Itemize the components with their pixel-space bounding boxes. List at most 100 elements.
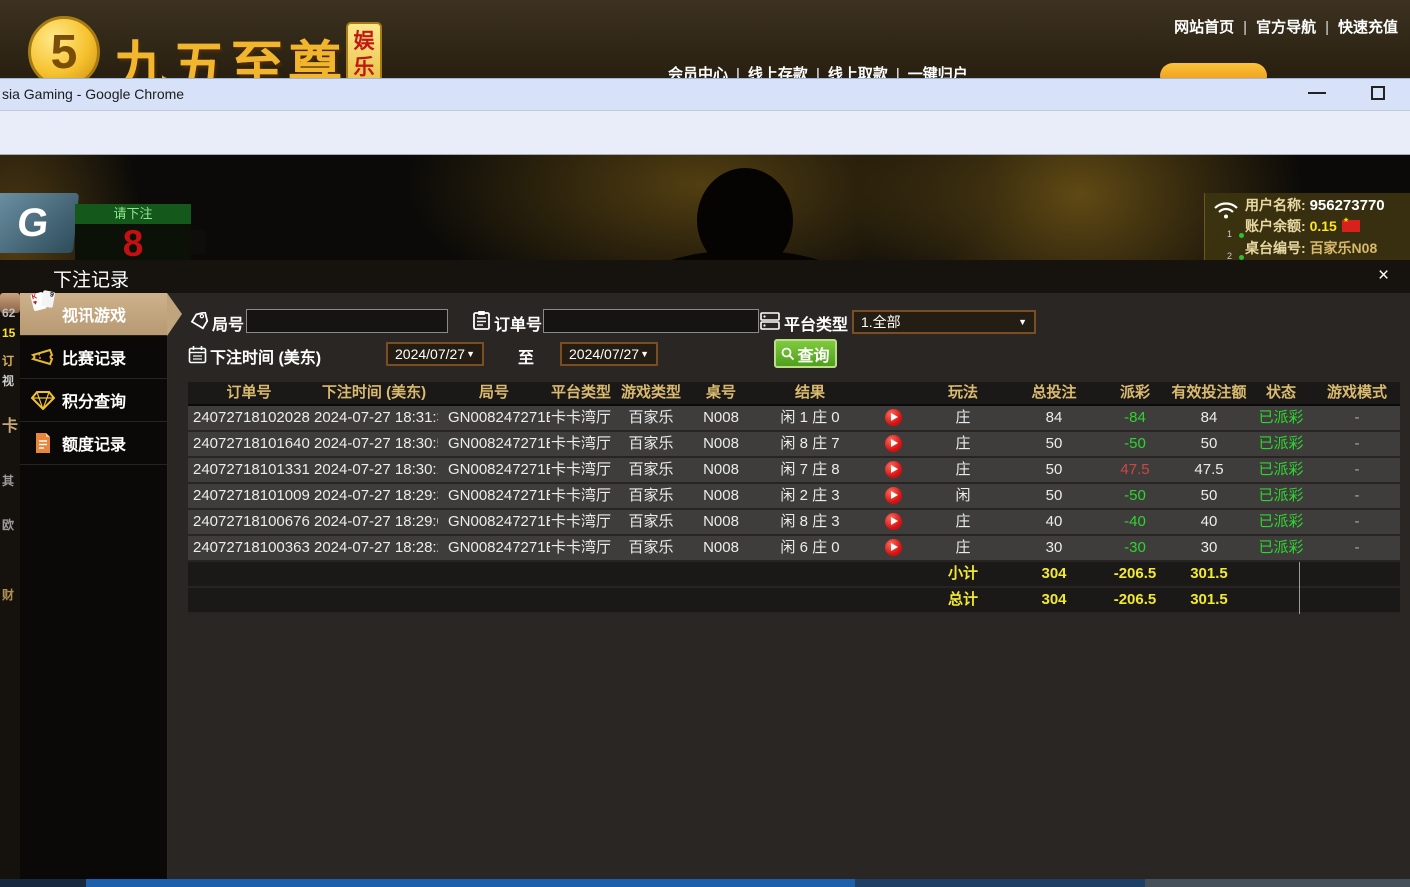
top-link-1[interactable]: 网站首页: [1174, 19, 1234, 36]
top-link-2[interactable]: 官方导航: [1256, 19, 1316, 36]
table-row: 2407271810202802024-07-27 18:31:36GN0082…: [188, 406, 1400, 432]
table-cell: -50: [1100, 432, 1170, 456]
table-cell: N008: [690, 458, 752, 482]
table-cell: [690, 562, 752, 586]
dealer-head: [697, 168, 793, 272]
calendar-icon: [188, 345, 207, 364]
table-cell: 百家乐: [612, 432, 690, 456]
document-icon: [28, 432, 58, 454]
table-cell: [752, 562, 868, 586]
summary-divider: [1299, 562, 1300, 588]
table-cell: N008: [690, 432, 752, 456]
table-cell: 84: [1008, 406, 1100, 430]
close-icon[interactable]: ×: [1378, 266, 1389, 286]
background-text-fragment: 62: [2, 306, 15, 320]
sidebar-item-4[interactable]: 额度记录: [20, 422, 167, 465]
date-to-select[interactable]: 2024/07/27 ▼: [560, 342, 658, 366]
table-cell: [310, 588, 438, 612]
play-video-button[interactable]: [885, 513, 902, 530]
subtotal-row: 小计304-206.5301.5: [188, 562, 1400, 588]
flag-icon: [1342, 220, 1360, 232]
table-cell: -206.5: [1100, 562, 1170, 586]
minimize-icon[interactable]: [1308, 92, 1326, 94]
date-from-select[interactable]: 2024/07/27 ▼: [386, 342, 484, 366]
table-cell: 闲 7 庄 8: [752, 458, 868, 482]
table-cell: 304: [1008, 588, 1100, 612]
table-cell: [1248, 588, 1314, 612]
scrollbar-thumb[interactable]: [86, 879, 855, 887]
sidebar-item-1[interactable]: K♥9视讯游戏: [20, 293, 167, 336]
table-cell: [612, 588, 690, 612]
table-cell: 已派彩: [1248, 432, 1314, 456]
cards-icon: K♥9: [28, 301, 58, 327]
table-cell: 47.5: [1100, 458, 1170, 482]
table-row: 2407271810133192024-07-27 18:30:16GN0082…: [188, 458, 1400, 484]
play-video-button[interactable]: [885, 435, 902, 452]
table-cell: [752, 588, 868, 612]
seat-number: 1: [1227, 229, 1232, 239]
play-video-button[interactable]: [885, 409, 902, 426]
background-text-fragment: 财: [2, 586, 14, 603]
top-link-3[interactable]: 快速充值: [1338, 19, 1398, 36]
table-cell: [550, 562, 612, 586]
table-cell: [868, 588, 918, 612]
sidebar-item-label: 比赛记录: [62, 345, 126, 369]
table-cell: 闲 8 庄 7: [752, 432, 868, 456]
column-header: 平台类型: [550, 382, 612, 404]
table-cell: [868, 458, 918, 482]
table-cell: GN008247271BH: [438, 510, 550, 534]
play-video-button[interactable]: [885, 539, 902, 556]
table-cell: 百家乐: [612, 484, 690, 508]
summary-divider: [1299, 588, 1300, 614]
ticket-icon: [28, 347, 58, 367]
play-video-button[interactable]: [885, 461, 902, 478]
table-cell: [868, 510, 918, 534]
table-cell: 卡卡湾厅: [550, 406, 612, 430]
table-cell: 2024-07-27 18:29:37: [310, 484, 438, 508]
bet-records-table: 订单号下注时间 (美东)局号平台类型游戏类型桌号结果玩法总投注派彩有效投注额状态…: [188, 382, 1400, 614]
horizontal-scrollbar[interactable]: [0, 879, 1410, 887]
search-icon: [781, 347, 795, 361]
table-cell: 百家乐: [612, 510, 690, 534]
wifi-icon: [1213, 201, 1239, 221]
scrollbar-track: [1145, 879, 1410, 887]
table-cell: 庄: [918, 458, 1008, 482]
play-video-button[interactable]: [885, 487, 902, 504]
table-cell: -30: [1100, 536, 1170, 560]
table-cell: N008: [690, 406, 752, 430]
maximize-icon[interactable]: [1371, 86, 1385, 100]
sidebar-item-label: 积分查询: [62, 388, 126, 412]
order-no-input[interactable]: [543, 309, 759, 333]
sidebar-item-3[interactable]: 积分查询: [20, 379, 167, 422]
table-cell: -50: [1100, 484, 1170, 508]
table-cell: 30: [1008, 536, 1100, 560]
table-cell: [868, 562, 918, 586]
table-cell: 卡卡湾厅: [550, 510, 612, 534]
scrollbar-track: [0, 879, 86, 887]
table-cell: 卡卡湾厅: [550, 458, 612, 482]
table-cell: N008: [690, 510, 752, 534]
platform-type-select[interactable]: 1.全部 ▼: [852, 310, 1036, 334]
bet-countdown: 请下注 8: [75, 204, 191, 266]
column-header: 状态: [1248, 382, 1314, 404]
table-cell: -: [1314, 406, 1400, 430]
platform-type-value: 1.全部: [861, 312, 901, 332]
table-info-row: 桌台编号: 百家乐N08: [1245, 238, 1377, 258]
table-cell: 小计: [918, 562, 1008, 586]
query-button[interactable]: 查询: [774, 339, 837, 368]
table-row: 2407271810036382024-07-27 18:28:21GN0082…: [188, 536, 1400, 562]
table-cell: GN008247271BI: [438, 484, 550, 508]
table-cell: 百家乐: [612, 536, 690, 560]
sidebar-item-2[interactable]: 比赛记录: [20, 336, 167, 379]
column-header: 玩法: [918, 382, 1008, 404]
table-cell: [438, 562, 550, 586]
sidebar-item-label: 视讯游戏: [62, 302, 126, 326]
round-no-input[interactable]: [246, 309, 448, 333]
table-cell: -: [1314, 536, 1400, 560]
column-header: 派彩: [1100, 382, 1170, 404]
platform-type-label: 平台类型: [784, 311, 848, 335]
table-cell: [188, 562, 310, 586]
background-text-fragment: 订: [2, 352, 14, 369]
window-title: sia Gaming - Google Chrome: [2, 86, 184, 102]
address-bar[interactable]: gci.a9b6in.com/agingame/pcv1/index.jsp?: [0, 110, 1410, 155]
